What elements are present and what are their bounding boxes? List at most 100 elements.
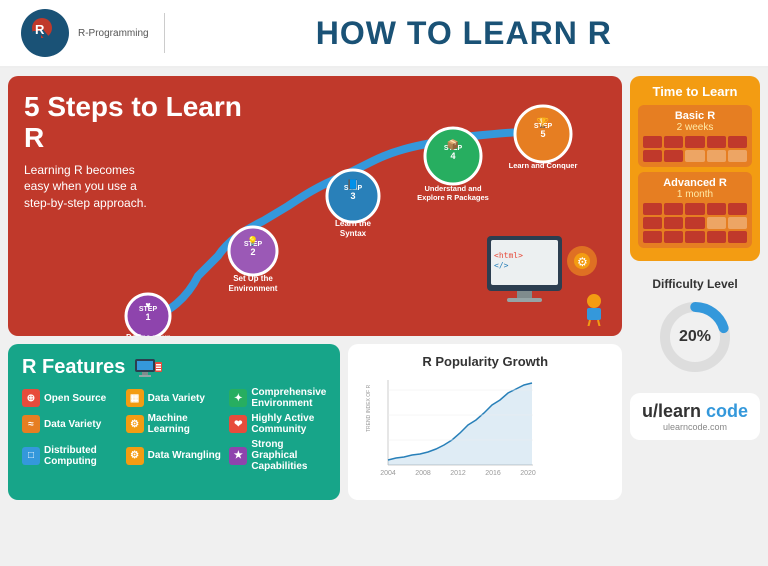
cal-cell bbox=[643, 231, 662, 243]
svg-text:🏆: 🏆 bbox=[537, 116, 550, 129]
brand-url: ulearncode.com bbox=[638, 422, 752, 432]
feature-open-source: ⊕ Open Source bbox=[22, 387, 118, 409]
cal-cell bbox=[643, 217, 662, 229]
logo-subtitle: R-Programming bbox=[78, 28, 149, 39]
left-section: 5 Steps to LearnR Learning R becomes eas… bbox=[8, 76, 622, 500]
feature-ml: ⚙ Machine Learning bbox=[126, 413, 222, 435]
main-content: 5 Steps to LearnR Learning R becomes eas… bbox=[0, 68, 768, 508]
cal-cell bbox=[664, 136, 683, 148]
svg-text:Learn the: Learn the bbox=[335, 219, 372, 228]
cal-cell bbox=[728, 217, 747, 229]
page-title: HOW TO LEARN R bbox=[180, 15, 748, 52]
svg-text:⚙: ⚙ bbox=[577, 255, 588, 269]
difficulty-box: Difficulty Level 20% bbox=[630, 269, 760, 385]
cal-cell bbox=[664, 217, 683, 229]
feature-comprehensive: ✦ Comprehensive Environment bbox=[229, 387, 326, 409]
cal-cell bbox=[707, 217, 726, 229]
cal-cell bbox=[707, 136, 726, 148]
svg-text:2016: 2016 bbox=[486, 470, 502, 477]
svg-text:R: R bbox=[35, 22, 45, 37]
advanced-r-label: Advanced R bbox=[643, 177, 747, 189]
open-source-icon: ⊕ bbox=[22, 389, 40, 407]
ml-icon: ⚙ bbox=[126, 415, 144, 433]
feature-data-variety: ▦ Data Variety bbox=[126, 387, 222, 409]
steps-banner: 5 Steps to LearnR Learning R becomes eas… bbox=[8, 76, 622, 336]
distributed-icon: □ bbox=[22, 447, 40, 465]
brand-text: u/learn code bbox=[638, 401, 752, 422]
svg-text:Understand and: Understand and bbox=[424, 184, 482, 193]
svg-text:2008: 2008 bbox=[416, 470, 432, 477]
graphical-icon: ★ bbox=[229, 447, 247, 465]
cal-cell bbox=[643, 136, 662, 148]
svg-text:Syntax: Syntax bbox=[340, 229, 367, 238]
cal-cell bbox=[728, 150, 747, 162]
popularity-chart: TREND INDEX OF R 2004 2008 2012 2016 202… bbox=[358, 375, 538, 485]
popularity-box: R Popularity Growth TREND INDEX OF R 200… bbox=[348, 344, 622, 500]
difficulty-percent: 20% bbox=[679, 328, 711, 346]
cal-cell bbox=[685, 231, 704, 243]
feature-vector: ≈ Data Variety bbox=[22, 413, 118, 435]
cal-cell bbox=[685, 217, 704, 229]
feature-distributed: □ Distributed Computing bbox=[22, 439, 118, 472]
computer-icon bbox=[133, 357, 163, 379]
basic-r-label: Basic R bbox=[643, 110, 747, 122]
time-to-learn-box: Time to Learn Basic R 2 weeks bbox=[630, 76, 760, 261]
time-title: Time to Learn bbox=[638, 84, 752, 99]
svg-text:Learn and Conquer: Learn and Conquer bbox=[509, 161, 578, 170]
advanced-r-section: Advanced R 1 month bbox=[638, 172, 752, 248]
cal-cell bbox=[728, 203, 747, 215]
brand-box: u/learn code ulearncode.com bbox=[630, 393, 760, 440]
feature-wrangling: ⚙ Data Wrangling bbox=[126, 439, 222, 472]
svg-text:TREND INDEX OF R: TREND INDEX OF R bbox=[366, 384, 372, 432]
svg-text:2004: 2004 bbox=[381, 470, 397, 477]
cal-cell bbox=[707, 203, 726, 215]
basic-r-section: Basic R 2 weeks bbox=[638, 105, 752, 167]
features-box: R Features ⊕ Open Sou bbox=[8, 344, 340, 500]
svg-text:♥: ♥ bbox=[145, 300, 150, 310]
cal-cell bbox=[664, 203, 683, 215]
svg-text:💡: 💡 bbox=[247, 235, 258, 246]
cal-cell bbox=[728, 136, 747, 148]
svg-text:1: 1 bbox=[145, 312, 150, 322]
svg-text:Set Up the: Set Up the bbox=[233, 274, 273, 283]
logo-area: R R-Programming bbox=[20, 8, 149, 58]
popularity-title: R Popularity Growth bbox=[358, 354, 612, 369]
cal-cell bbox=[707, 150, 726, 162]
basic-r-duration: 2 weeks bbox=[643, 122, 747, 133]
logo-icon: R bbox=[20, 8, 70, 58]
svg-text:📦: 📦 bbox=[447, 138, 459, 151]
feature-community: ❤ Highly Active Community bbox=[229, 413, 326, 435]
cal-cell bbox=[643, 203, 662, 215]
basic-calendar bbox=[643, 136, 747, 162]
bottom-row: R Features ⊕ Open Sou bbox=[8, 344, 622, 500]
header-divider bbox=[164, 13, 165, 53]
brand-code: code bbox=[701, 401, 748, 421]
right-sidebar: Time to Learn Basic R 2 weeks bbox=[630, 76, 760, 500]
illustration: <html> </> ⚙ bbox=[482, 226, 612, 326]
cal-cell bbox=[685, 203, 704, 215]
features-title: R Features bbox=[22, 356, 326, 379]
cal-cell bbox=[685, 150, 704, 162]
advanced-r-duration: 1 month bbox=[643, 189, 747, 200]
svg-text:5: 5 bbox=[540, 129, 545, 139]
svg-text:<html>: <html> bbox=[494, 251, 523, 260]
wrangling-icon: ⚙ bbox=[126, 447, 144, 465]
cal-cell bbox=[728, 231, 747, 243]
cal-cell bbox=[707, 231, 726, 243]
community-icon: ❤ bbox=[229, 415, 247, 433]
svg-text:2: 2 bbox=[250, 247, 255, 257]
data-variety-icon: ▦ bbox=[126, 389, 144, 407]
svg-text:2020: 2020 bbox=[521, 470, 537, 477]
svg-text:Define your: Define your bbox=[126, 333, 170, 336]
svg-text:Environment: Environment bbox=[229, 284, 278, 293]
svg-text:📘: 📘 bbox=[347, 179, 359, 191]
svg-text:2012: 2012 bbox=[451, 470, 467, 477]
svg-text:4: 4 bbox=[450, 151, 455, 161]
donut-chart: 20% bbox=[655, 297, 735, 377]
feature-graphical: ★ Strong Graphical Capabilities bbox=[229, 439, 326, 472]
cal-cell bbox=[664, 231, 683, 243]
cal-cell bbox=[664, 150, 683, 162]
features-grid: ⊕ Open Source ▦ Data Variety ✦ Comprehen… bbox=[22, 387, 326, 472]
advanced-calendar bbox=[643, 203, 747, 243]
svg-text:</>: </> bbox=[494, 261, 509, 270]
